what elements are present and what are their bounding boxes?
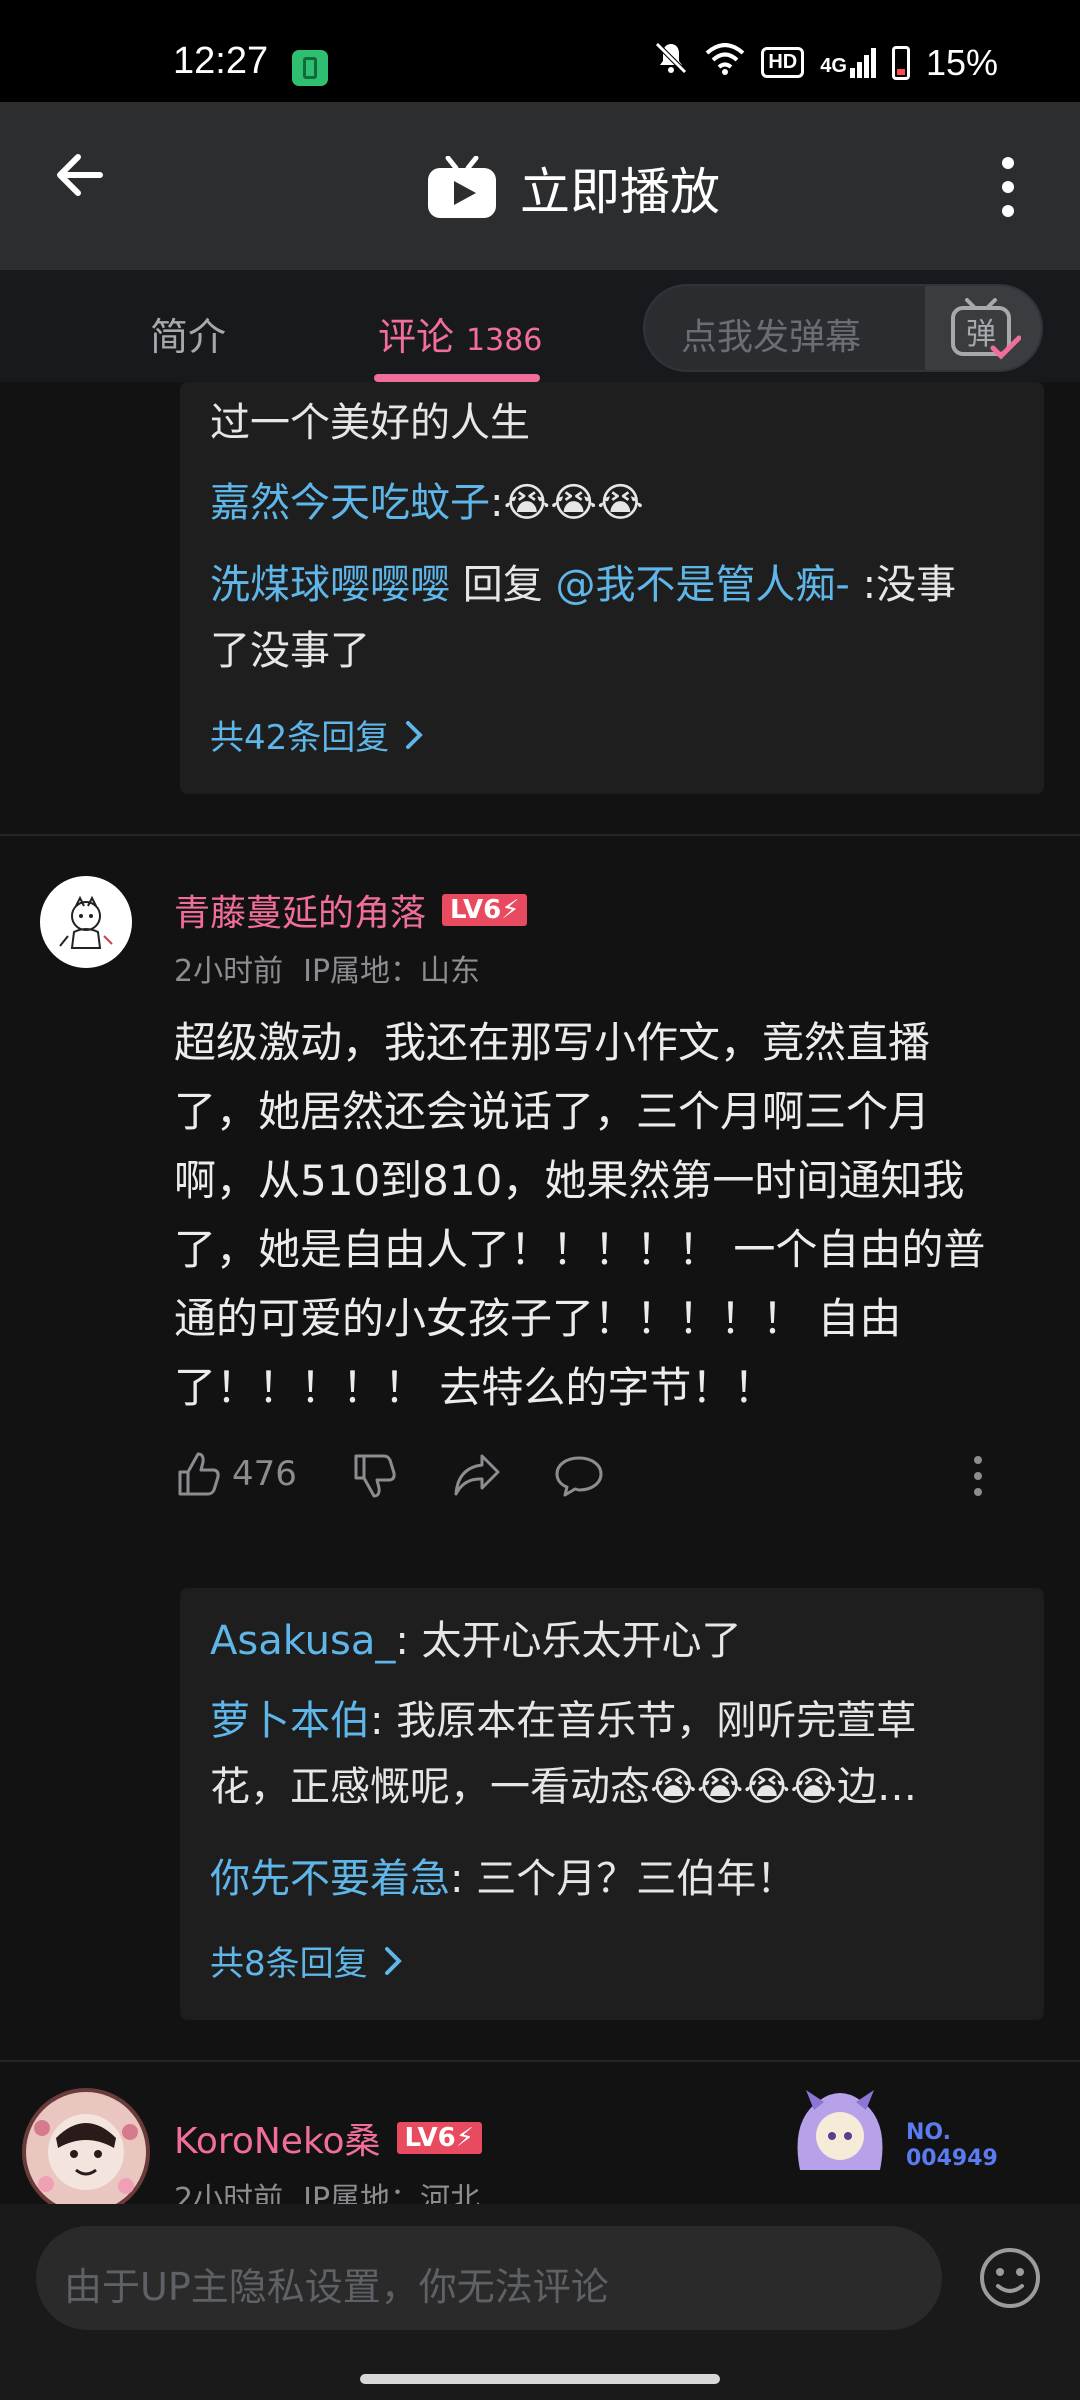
status-icons: HD 4G 15%: [653, 40, 998, 85]
comment-header: KoroNeko桑 LV6⚡: [174, 2112, 483, 2164]
reply-text: 过一个美好的人生: [210, 400, 530, 446]
active-tab-indicator: [374, 374, 540, 382]
view-more-replies-link[interactable]: 共8条回复: [210, 1936, 404, 1985]
comment-ip-location: IP属地：山东: [303, 954, 481, 989]
comment-line: 啊，从510到810，她果然第一时间通知我: [174, 1156, 965, 1205]
reply-username[interactable]: 你先不要着急: [210, 1856, 450, 1902]
badge-number: 004949: [906, 2146, 998, 2171]
comment-line: 了，她是自由人了！！！！！ 一个自由的普: [174, 1225, 986, 1274]
battery-icon: [891, 45, 910, 80]
mute-icon: [653, 40, 689, 85]
level-badge: LV6⚡: [442, 894, 528, 926]
divider: [0, 2060, 1080, 2062]
comment-line: 了，她居然还会说话了，三个月啊三个月: [174, 1087, 931, 1136]
app-bar: 立即播放: [0, 102, 1080, 270]
view-more-replies-label: 共8条回复: [210, 1944, 368, 1984]
reply-text: :没事: [849, 562, 957, 608]
bottom-comment-bar: 由于UP主隐私设置，你无法评论: [0, 2204, 1080, 2400]
danmaku-tv-icon: 弹: [951, 298, 1021, 360]
comment-line: 通的可爱的小女孩子了！！！！！ 自由: [174, 1294, 902, 1343]
tab-comments[interactable]: 评论 1386: [378, 306, 542, 361]
share-button[interactable]: [452, 1452, 502, 1502]
reply-username[interactable]: 萝卜本伯: [210, 1698, 370, 1744]
reply-preview-box[interactable]: Asakusa_: 太开心乐太开心了 萝卜本伯: 我原本在音乐节，刚听完萱草花，…: [180, 1588, 1044, 2020]
hd-icon: HD: [761, 47, 805, 78]
reply-preview-box[interactable]: 过一个美好的人生 嘉然今天吃蚊子:😭😭😭 洗煤球嘤嘤嘤 回复 @我不是管人痴- …: [180, 382, 1044, 794]
comment-input[interactable]: 由于UP主隐私设置，你无法评论: [36, 2226, 942, 2330]
app-bar-title: 立即播放: [520, 163, 720, 221]
reply-text: : 三个月？三伯年！: [450, 1856, 797, 1902]
battery-percent: 15%: [925, 41, 998, 83]
comment-username[interactable]: 青藤蔓延的角落: [174, 884, 426, 936]
like-count: 476: [232, 1454, 297, 1494]
like-button[interactable]: 476: [174, 1450, 297, 1498]
badge-no-label: NO.: [906, 2120, 951, 2145]
tv-play-icon: [426, 155, 498, 220]
comment-line: 了！！！！！ 去特么的字节！！: [174, 1363, 776, 1412]
tab-comments-label: 评论: [378, 315, 455, 359]
reply-item[interactable]: 洗煤球嘤嘤嘤 回复 @我不是管人痴- :没事了没事了: [210, 552, 1010, 684]
reply-item[interactable]: 你先不要着急: 三个月？三伯年！: [210, 1846, 796, 1912]
reply-username[interactable]: Asakusa_: [210, 1618, 395, 1664]
chevron-right-icon: [406, 720, 424, 749]
notification-app-icon: [292, 50, 328, 86]
reply-item[interactable]: 萝卜本伯: 我原本在音乐节，刚听完萱草花，正感慨呢，一看动态😭😭😭😭边…: [210, 1688, 1010, 1820]
level-badge: LV6⚡: [396, 2122, 483, 2154]
danmaku-toggle-button[interactable]: 弹: [925, 286, 1041, 370]
reply-mention[interactable]: @我不是管人痴-: [555, 562, 849, 608]
dislike-button[interactable]: [350, 1452, 398, 1504]
avatar[interactable]: [40, 876, 132, 968]
reply-text: : 我原本在音乐节，刚听完萱草: [370, 1698, 917, 1744]
tab-comments-count: 1386: [466, 323, 543, 358]
thumbs-down-icon: [354, 1454, 396, 1498]
comment-line: 超级激动，我还在那写小作文，竟然直播: [174, 1018, 931, 1067]
comment-content[interactable]: 超级激动，我还在那写小作文，竟然直播 了，她居然还会说话了，三个月啊三个月 啊，…: [174, 1008, 1054, 1422]
emoji-icon[interactable]: [978, 2246, 1042, 2310]
comment-input-placeholder: 由于UP主隐私设置，你无法评论: [64, 2265, 609, 2309]
wifi-icon: [705, 42, 745, 84]
back-arrow-icon[interactable]: [48, 140, 118, 210]
reply-text: : 太开心乐太开心了: [395, 1618, 742, 1664]
more-vert-icon[interactable]: [996, 154, 1020, 220]
comment-time: 2小时前: [174, 954, 284, 989]
character-badge-icon: [797, 2090, 883, 2170]
tab-bar: 简介 评论 1386 点我发弹幕 弹: [0, 270, 1080, 382]
play-now-button[interactable]: 立即播放: [426, 152, 720, 224]
danmaku-input[interactable]: 点我发弹幕 弹: [643, 284, 1043, 372]
reply-item[interactable]: 嘉然今天吃蚊子:😭😭😭: [210, 470, 644, 536]
status-bar: 12:27 HD 4G 15%: [0, 0, 1080, 102]
cellular-signal-icon: 4G: [820, 47, 876, 78]
reply-username[interactable]: 嘉然今天吃蚊子: [210, 480, 490, 526]
tab-intro[interactable]: 简介: [150, 306, 226, 361]
danmaku-placeholder: 点我发弹幕: [681, 317, 862, 358]
reply-username[interactable]: 洗煤球嘤嘤嘤: [210, 562, 450, 608]
thumbs-up-icon: [178, 1452, 220, 1496]
comment-username[interactable]: KoroNeko桑: [174, 2112, 381, 2164]
view-more-replies-link[interactable]: 共42条回复: [210, 710, 425, 759]
reply-button[interactable]: [554, 1454, 604, 1502]
comment-more-icon[interactable]: [970, 1454, 986, 1502]
fan-badge: NO. 004949: [780, 2080, 1020, 2180]
avatar[interactable]: [22, 2088, 150, 2216]
view-more-replies-label: 共42条回复: [210, 718, 390, 758]
reply-item[interactable]: Asakusa_: 太开心乐太开心了: [210, 1608, 742, 1674]
status-time: 12:27: [173, 40, 269, 82]
reply-text: 花，正感慨呢，一看动态😭😭😭😭边…: [210, 1764, 917, 1810]
divider: [0, 834, 1080, 836]
reply-separator: 回复: [450, 562, 556, 608]
reply-text: 了没事了: [210, 628, 370, 674]
share-icon: [454, 1454, 500, 1496]
reply-text: :😭😭😭: [490, 480, 644, 526]
home-indicator[interactable]: [360, 2374, 720, 2384]
comment-meta: 2小时前 IP属地：山东: [174, 946, 480, 990]
comment-bubble-icon: [555, 1456, 603, 1497]
chevron-right-icon: [384, 1946, 402, 1975]
comment-header: 青藤蔓延的角落 LV6⚡: [174, 884, 528, 936]
